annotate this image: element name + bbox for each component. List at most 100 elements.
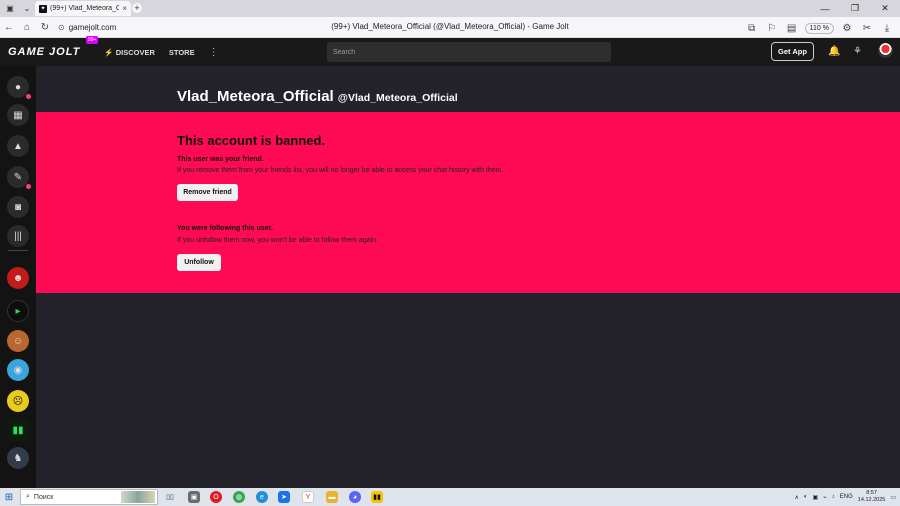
sidebar-community-4[interactable]: ◉: [7, 359, 29, 381]
nav-store-label: STORE: [168, 47, 195, 57]
notification-count-badge: 99+: [86, 36, 99, 44]
browser-menu-icon[interactable]: ▣: [3, 3, 17, 15]
clock-date: 14.12.2025: [857, 497, 886, 503]
nav-discover[interactable]: ⚡ DISCOVER: [104, 48, 155, 57]
gamejolt-favicon-icon: ✦: [39, 4, 47, 13]
sidebar-community-2[interactable]: ▸: [7, 300, 29, 322]
back-arrow-icon[interactable]: ←: [0, 18, 18, 36]
extensions-icon[interactable]: ⚙: [840, 19, 854, 37]
network-icon[interactable]: ⌁: [823, 494, 827, 501]
banned-title: This account is banned.: [177, 133, 326, 148]
store-icon: ▦: [13, 109, 23, 121]
zoom-indicator[interactable]: 110 %: [804, 22, 834, 34]
screenshot-icon[interactable]: ✂: [860, 19, 874, 37]
chrome-icon[interactable]: ◍: [233, 491, 245, 503]
taskbar-pinned-app-icon[interactable]: ▮▮: [371, 491, 383, 503]
opera-icon[interactable]: O: [210, 491, 222, 503]
community-avatar-icon: ▸: [15, 305, 21, 317]
sidebar-community-1[interactable]: ☻: [7, 267, 29, 289]
activity-icon: ●: [14, 81, 22, 93]
discord-icon[interactable]: ◕: [349, 491, 361, 503]
profile-handle: @Vlad_Meteora_Official: [337, 92, 458, 104]
search-input[interactable]: [327, 42, 611, 62]
sidebar-item-chat[interactable]: ◙: [7, 196, 29, 218]
friend-heading: This user was your friend.: [177, 156, 264, 163]
bookmark-icon[interactable]: ⚐: [765, 19, 779, 37]
window-controls: — ❐ ✕: [810, 0, 900, 17]
browser-address-bar: ← ⌂ ↻ ⊙ gamejolt.com (99+) Vlad_Meteora_…: [0, 17, 900, 38]
follow-heading: You were following this user.: [177, 225, 273, 232]
community-avatar-icon: ♞: [13, 452, 23, 464]
windows-taskbar: ⊞ ⌕ Поиск ▯▯ ▣ O ◍ e ➤ Y ▬ ◕ ▮▮ ∧ ◐ ▣ ⌁ …: [0, 488, 900, 506]
sidebar-community-5[interactable]: ☹: [7, 390, 29, 412]
tray-audio-device-icon[interactable]: ◐: [804, 494, 808, 500]
sidebar-community-3[interactable]: ☺: [7, 330, 29, 352]
clock[interactable]: 8:57 14.12.2025: [858, 490, 886, 504]
minimize-icon[interactable]: —: [810, 0, 840, 17]
community-avatar-icon: ☺: [12, 335, 24, 347]
tray-icon[interactable]: ▣: [812, 494, 818, 501]
edge-icon[interactable]: e: [256, 491, 268, 503]
downloads-icon[interactable]: ⤓: [880, 19, 894, 37]
taskbar-search[interactable]: ⌕ Поиск: [20, 489, 158, 505]
banned-notice: This account is banned. This user was yo…: [36, 112, 900, 293]
tabs-icon[interactable]: ⧉: [745, 19, 759, 37]
reader-icon[interactable]: ▤: [785, 19, 799, 37]
app-arrow-icon[interactable]: ➤: [278, 491, 290, 503]
friend-text: If you remove them from your friends lis…: [177, 167, 504, 174]
main-content: Vlad_Meteora_Official @Vlad_Meteora_Offic…: [36, 66, 900, 488]
community-avatar-icon: ☹: [12, 395, 24, 407]
sidebar-item-backpack[interactable]: ▲: [7, 135, 29, 157]
activity-unread-dot: [26, 94, 31, 99]
tab-list-chevron-icon[interactable]: ⌄: [20, 3, 34, 15]
logo-text: GAME JOLT: [8, 46, 81, 58]
gamejolt-logo[interactable]: GAME JOLT: [8, 46, 80, 58]
site-info-icon[interactable]: ⊙: [58, 23, 65, 32]
sidebar-community-7[interactable]: ♞: [7, 447, 29, 469]
sidebar-community-6[interactable]: ▮▮: [7, 419, 29, 441]
url-field[interactable]: gamejolt.com: [69, 23, 117, 32]
volume-icon[interactable]: ♪: [832, 494, 835, 500]
nav-store[interactable]: STORE: [169, 48, 195, 57]
user-avatar[interactable]: [878, 43, 893, 58]
file-explorer-icon[interactable]: ▬: [326, 491, 338, 503]
search-highlight-image: [121, 491, 155, 503]
system-tray: ∧ ◐ ▣ ⌁ ♪ ENG 8:57 14.12.2025 ▭: [794, 488, 896, 506]
search-icon: ⌕: [26, 493, 30, 500]
input-language[interactable]: ENG: [840, 494, 853, 500]
remove-friend-button[interactable]: Remove friend: [177, 184, 238, 201]
chat-icon: ◙: [14, 201, 22, 213]
sidebar-item-store[interactable]: ▦: [7, 104, 29, 126]
tab-close-icon[interactable]: ×: [122, 4, 127, 13]
quests-icon[interactable]: ⚘: [853, 46, 862, 57]
taskbar-search-placeholder: Поиск: [33, 493, 54, 501]
left-sidebar: ● ▦ ▲ ✎ ◙ ||| ☻ ▸ ☺ ◉ ☹ ▮▮ ♞: [0, 66, 36, 488]
close-window-icon[interactable]: ✕: [870, 0, 900, 17]
yandex-browser-icon[interactable]: Y: [302, 491, 314, 503]
community-avatar-icon: ◉: [13, 364, 23, 376]
browser-tab-active[interactable]: ✦ (99+) Vlad_Meteora_Of... ×: [35, 1, 131, 16]
quests-unread-dot: [26, 184, 31, 189]
more-menu-icon[interactable]: ⋮: [209, 47, 219, 58]
new-tab-button[interactable]: +: [132, 3, 142, 13]
maximize-icon[interactable]: ❐: [840, 0, 870, 17]
community-avatar-icon: ☻: [12, 272, 24, 284]
backpack-icon: ▲: [13, 140, 23, 152]
sidebar-divider: [8, 250, 28, 251]
reload-icon[interactable]: ↻: [36, 18, 54, 36]
browser-tab-strip: ▣ ⌄ ✦ (99+) Vlad_Meteora_Of... × + — ❐ ✕: [0, 0, 900, 17]
discover-icon: ⚡: [104, 47, 114, 57]
follow-text: If you unfollow them now, you won't be a…: [177, 237, 378, 244]
get-app-button[interactable]: Get App: [771, 42, 814, 61]
unfollow-button[interactable]: Unfollow: [177, 254, 221, 271]
notifications-bell-icon[interactable]: 🔔: [828, 46, 840, 57]
tray-overflow-icon[interactable]: ∧: [794, 494, 798, 501]
quest-icon: ✎: [13, 171, 23, 183]
notifications-center-icon[interactable]: ▭: [890, 494, 896, 501]
community-avatar-icon: ▮▮: [12, 424, 24, 436]
windows-start-icon[interactable]: ⊞: [0, 488, 18, 506]
sidebar-item-library[interactable]: |||: [7, 225, 29, 247]
home-icon[interactable]: ⌂: [18, 18, 36, 36]
task-view-icon[interactable]: ▯▯: [164, 491, 176, 503]
taskbar-app-icon[interactable]: ▣: [188, 491, 200, 503]
